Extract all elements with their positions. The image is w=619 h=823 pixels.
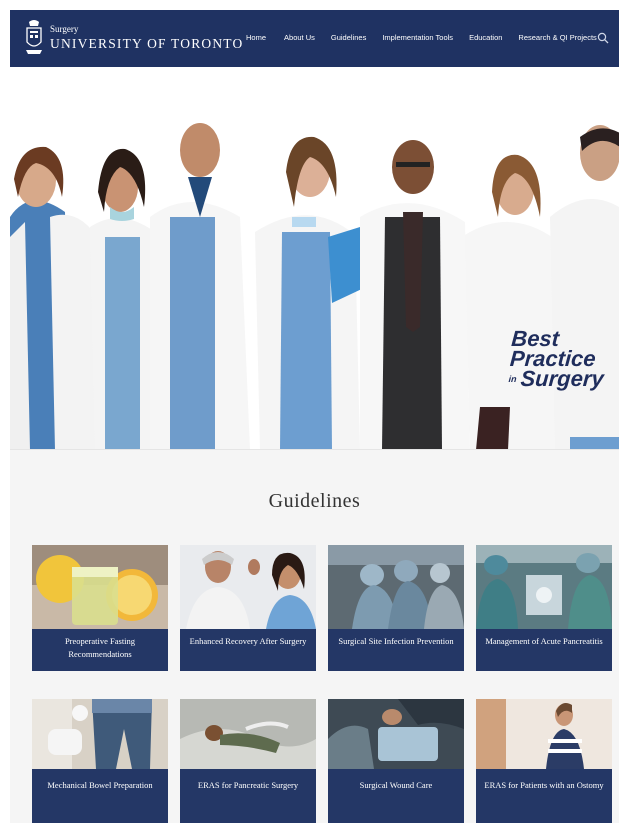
guideline-card-mechanical-bowel[interactable]: Mechanical Bowel Preparation: [32, 699, 168, 823]
nav-guidelines[interactable]: Guidelines: [331, 33, 366, 42]
card-image: [32, 545, 168, 629]
best-practice-badge: Best Practice in Surgery: [508, 326, 605, 392]
guideline-card-acute-pancreatitis[interactable]: Management of Acute Pancreatitis: [476, 545, 612, 671]
nav-about-us[interactable]: About Us: [284, 33, 315, 42]
main-nav: Home About Us Guidelines Implementation …: [246, 33, 613, 42]
guideline-card-preoperative-fasting[interactable]: Preoperative Fasting Recommendations: [32, 545, 168, 671]
card-label: Management of Acute Pancreatitis: [476, 629, 612, 671]
guideline-card-surgical-wound-care[interactable]: Surgical Wound Care: [328, 699, 464, 823]
search-icon[interactable]: [597, 31, 609, 44]
card-label: Mechanical Bowel Preparation: [32, 769, 168, 823]
card-label: ERAS for Patients with an Ostomy: [476, 769, 612, 823]
crest-icon: [24, 18, 44, 58]
site-logo[interactable]: Surgery UNIVERSITY OF TORONTO: [24, 18, 243, 58]
card-label: Preoperative Fasting Recommendations: [32, 629, 168, 671]
nav-implementation-tools[interactable]: Implementation Tools: [382, 33, 453, 42]
nav-research-qi-projects[interactable]: Research & QI Projects: [518, 33, 596, 42]
card-label: Enhanced Recovery After Surgery: [180, 629, 316, 671]
logo-subtitle: Surgery: [50, 24, 79, 35]
nav-education[interactable]: Education: [469, 33, 502, 42]
card-label: ERAS for Pancreatic Surgery: [180, 769, 316, 823]
nav-home[interactable]: Home: [246, 33, 266, 42]
guideline-card-enhanced-recovery[interactable]: Enhanced Recovery After Surgery: [180, 545, 316, 671]
page-frame: Surgery UNIVERSITY OF TORONTO Home About…: [10, 10, 619, 823]
logo-title: UNIVERSITY OF TORONTO: [50, 36, 244, 52]
card-label: Surgical Wound Care: [328, 769, 464, 823]
site-header: Surgery UNIVERSITY OF TORONTO Home About…: [10, 10, 619, 67]
guideline-card-surgical-site-infection[interactable]: Surgical Site Infection Prevention: [328, 545, 464, 671]
hero-banner: Best Practice in Surgery: [10, 67, 619, 450]
card-label: Surgical Site Infection Prevention: [328, 629, 464, 671]
hero-image: [10, 67, 619, 450]
card-image: [476, 545, 612, 629]
card-image: [328, 545, 464, 629]
guideline-card-eras-ostomy[interactable]: ERAS for Patients with an Ostomy: [476, 699, 612, 823]
card-image: [180, 545, 316, 629]
guideline-card-eras-pancreatic[interactable]: ERAS for Pancreatic Surgery: [180, 699, 316, 823]
section-title: Guidelines: [268, 490, 361, 512]
